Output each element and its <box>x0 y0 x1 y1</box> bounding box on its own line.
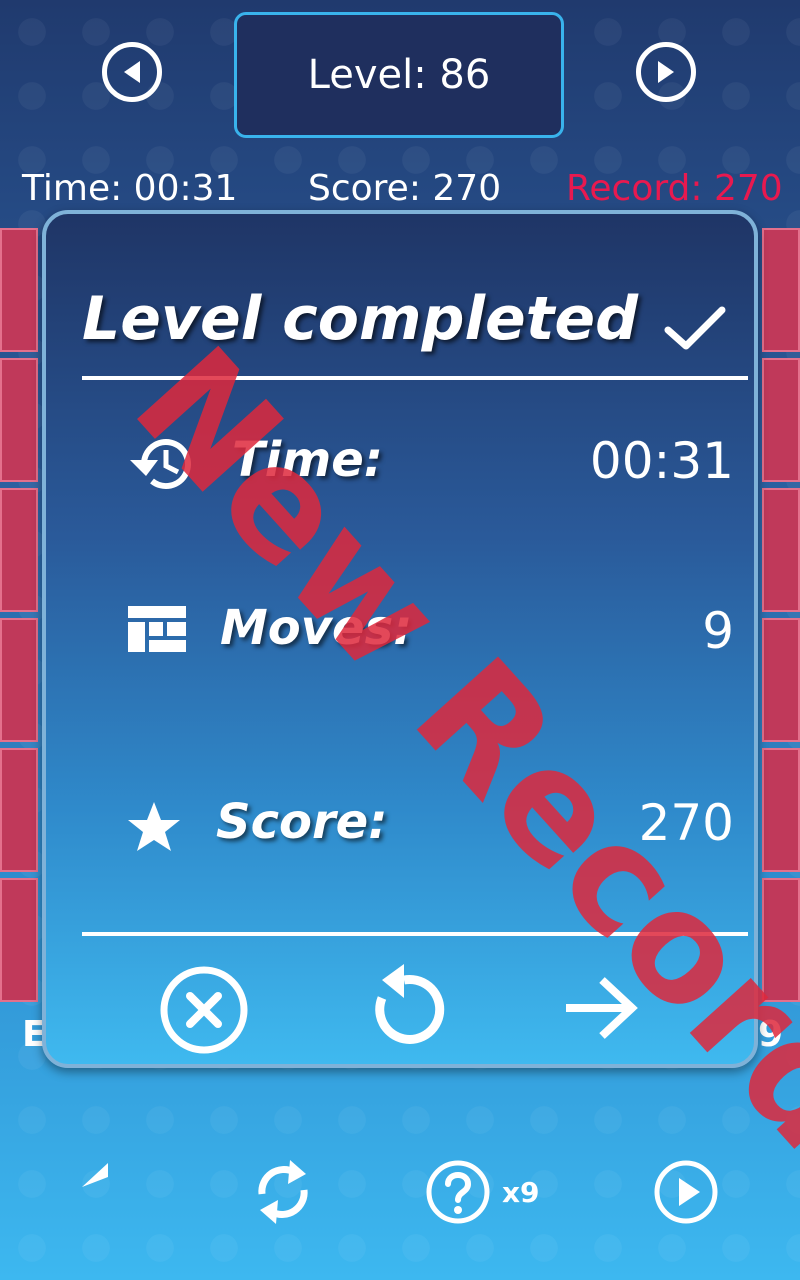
restart-button[interactable] <box>250 1156 316 1228</box>
hint-icon <box>426 1160 490 1224</box>
level-indicator: Level: 86 <box>234 12 564 138</box>
next-button[interactable] <box>558 966 642 1050</box>
board-tile[interactable] <box>0 228 38 352</box>
board-tile[interactable] <box>0 358 38 482</box>
board-tile[interactable] <box>0 878 38 1002</box>
score-value: 270 <box>638 794 734 852</box>
board-tile[interactable] <box>762 488 800 612</box>
replay-icon <box>375 964 445 1044</box>
time-stat: Time: 00:31 <box>22 168 238 209</box>
replay-button[interactable] <box>356 958 452 1054</box>
next-level-button[interactable] <box>636 42 696 102</box>
history-icon <box>130 439 191 490</box>
restart-icon <box>258 1160 308 1224</box>
next-level-icon <box>658 61 674 83</box>
side-text-right: 9 <box>758 1014 784 1055</box>
title-divider <box>82 376 748 380</box>
time-label: Time: <box>232 432 383 488</box>
star-icon <box>128 802 180 851</box>
undo-icon <box>82 1163 108 1187</box>
play-button[interactable] <box>652 1158 720 1226</box>
level-label: Level: 86 <box>307 52 491 98</box>
board-tile[interactable] <box>762 618 800 742</box>
check-icon <box>664 306 726 350</box>
next-arrow-icon <box>566 977 638 1039</box>
record-stat: Record: 270 <box>566 168 783 209</box>
board-tile[interactable] <box>762 228 800 352</box>
hint-button[interactable] <box>424 1158 492 1226</box>
dialog-title: Level completed <box>82 284 639 354</box>
prev-level-icon <box>124 61 140 83</box>
hint-count: x9 <box>502 1176 540 1209</box>
score-stat: Score: 270 <box>308 168 502 209</box>
level-completed-dialog: Level completed Time: 00:31 Moves: 9 Sco… <box>42 210 758 1068</box>
score-label: Score: <box>216 794 388 850</box>
moves-value: 9 <box>702 602 734 660</box>
moves-label: Moves: <box>220 600 413 656</box>
undo-button[interactable] <box>78 1158 148 1224</box>
moves-grid-icon <box>128 606 186 652</box>
board-right-column <box>762 228 800 1008</box>
board-tile[interactable] <box>762 748 800 872</box>
time-value: 00:31 <box>589 432 734 490</box>
prev-level-button[interactable] <box>102 42 162 102</box>
board-tile[interactable] <box>762 878 800 1002</box>
board-left-column <box>0 228 38 1008</box>
board-tile[interactable] <box>762 358 800 482</box>
board-tile[interactable] <box>0 618 38 742</box>
play-icon <box>654 1160 718 1224</box>
close-icon <box>160 966 248 1054</box>
board-tile[interactable] <box>0 488 38 612</box>
close-button[interactable] <box>158 964 250 1056</box>
board-tile[interactable] <box>0 748 38 872</box>
bottom-divider <box>82 932 748 936</box>
